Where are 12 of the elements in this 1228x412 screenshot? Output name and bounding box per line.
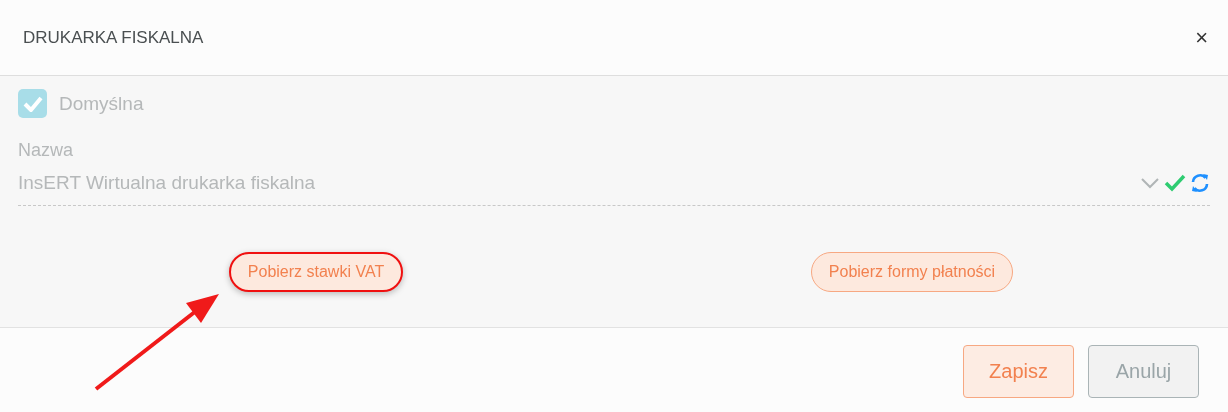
chevron-down-icon[interactable] (1140, 177, 1160, 189)
window-title: DRUKARKA FISKALNA (23, 27, 204, 48)
refresh-icon[interactable] (1190, 173, 1210, 193)
close-icon[interactable]: × (1195, 26, 1208, 49)
checkbox-label: Domyślna (59, 92, 144, 115)
printer-name-field[interactable]: InsERT Wirtualna drukarka fiskalna (18, 172, 316, 194)
cancel-button[interactable]: Anuluj (1088, 345, 1199, 398)
action-button[interactable]: Pobierz formy płatności (810, 252, 1014, 292)
field-label: Nazwa (18, 140, 75, 161)
action-button[interactable]: Pobierz stawki VAT (228, 252, 404, 292)
save-button[interactable]: Zapisz (963, 345, 1074, 398)
check-icon (22, 95, 43, 112)
